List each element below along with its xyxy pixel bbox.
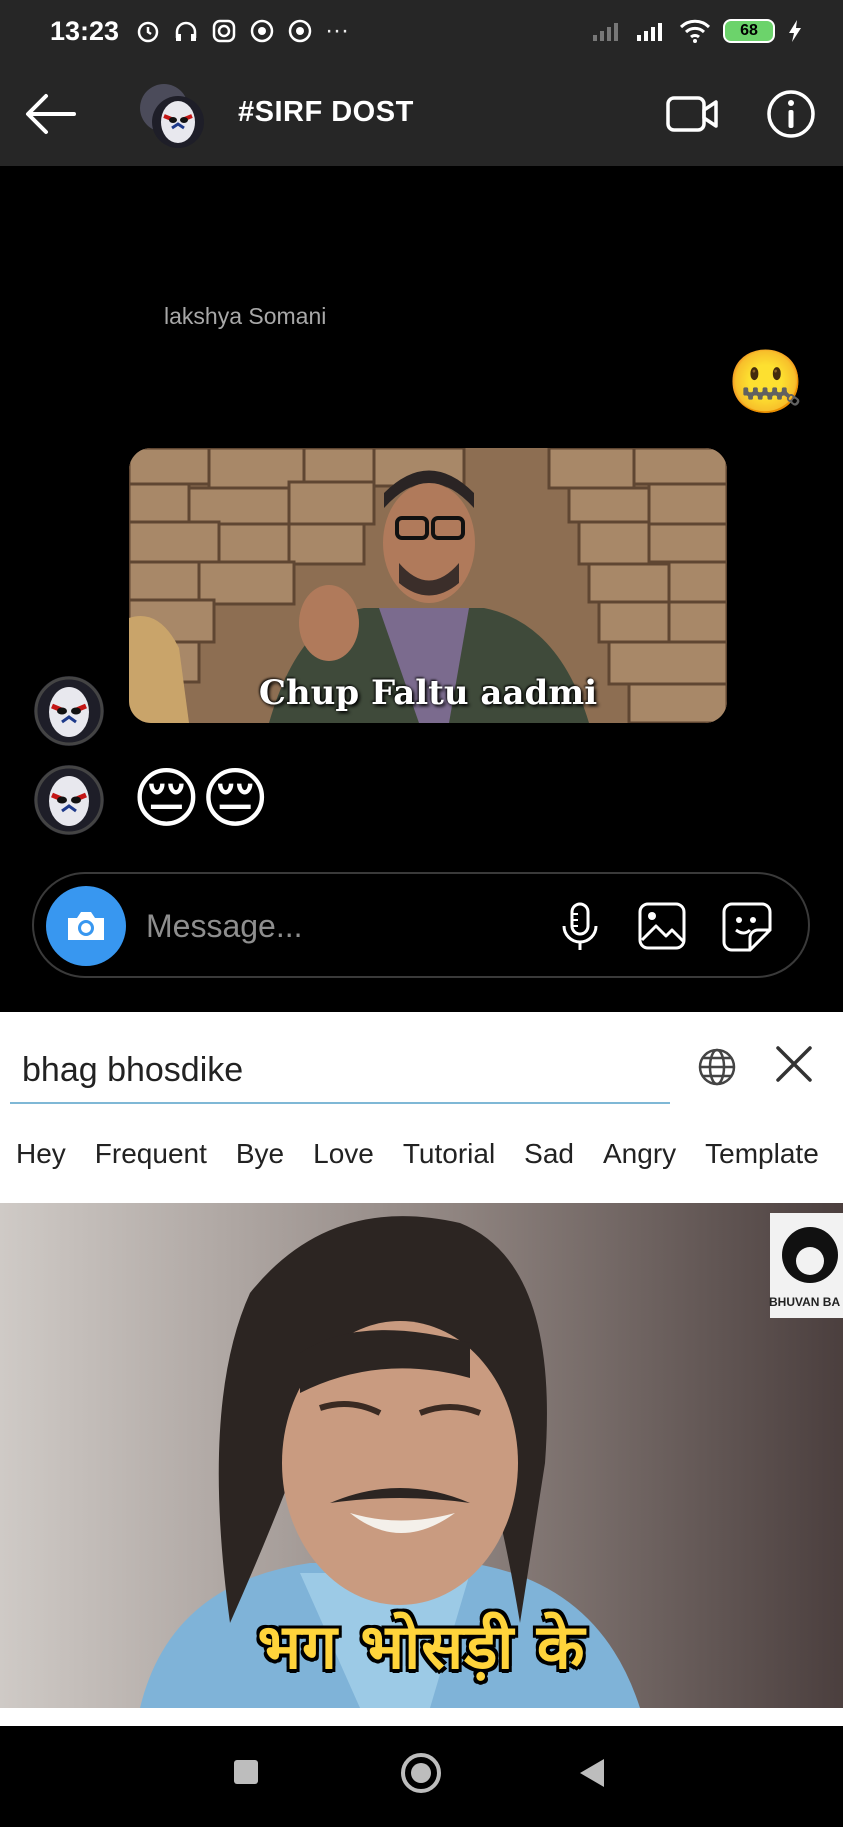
status-time: 13:23 [50, 15, 120, 46]
home-button[interactable] [401, 1753, 441, 1793]
more-notifications-icon: ··· [325, 17, 350, 44]
message-input[interactable] [146, 902, 446, 950]
status-bar: 13:23 ··· 68 [0, 0, 843, 62]
video-call-icon[interactable] [664, 90, 720, 138]
back-arrow-icon[interactable] [22, 90, 78, 138]
watermark-text: BHUVAN BA [769, 1295, 841, 1309]
globe-icon[interactable] [696, 1046, 738, 1088]
alarm-icon [137, 21, 159, 43]
message-composer [32, 872, 810, 978]
gif-search-input[interactable] [22, 1048, 662, 1092]
camera-icon [68, 912, 104, 940]
system-nav-bar [0, 1726, 843, 1827]
signal-icon-2 [637, 23, 662, 41]
gallery-icon[interactable] [636, 900, 688, 952]
group-avatar[interactable] [136, 80, 206, 150]
gif-category-tabs: Hey Frequent Bye Love Tutorial Sad Angry… [0, 1128, 843, 1188]
wifi-icon [679, 19, 711, 43]
chat-header: #SIRF DOST [0, 62, 843, 166]
charging-icon [789, 20, 801, 42]
status-icons: ··· [135, 17, 349, 45]
category-bye[interactable]: Bye [220, 1128, 297, 1188]
gif-result-caption: भग भोसड़ी के [257, 1610, 586, 1683]
microphone-icon[interactable] [554, 900, 606, 954]
sticker-icon[interactable] [720, 900, 774, 954]
gif-search-field [10, 1036, 670, 1104]
category-sad[interactable]: Sad [508, 1128, 587, 1188]
category-hey[interactable]: Hey [0, 1128, 79, 1188]
instagram-icon [212, 19, 236, 43]
category-frequent[interactable]: Frequent [79, 1128, 220, 1188]
category-angry[interactable]: Angry [587, 1128, 689, 1188]
category-tutorial[interactable]: Tutorial [387, 1128, 508, 1188]
gif-message[interactable]: Chup Faltu aadmi [129, 448, 727, 723]
signal-icon-1 [593, 23, 618, 41]
gif-caption: Chup Faltu aadmi [258, 673, 598, 713]
zipper-mouth-emoji[interactable]: 🤐 [727, 352, 804, 414]
info-icon[interactable] [765, 88, 817, 140]
chat-title[interactable]: #SIRF DOST [238, 96, 414, 129]
camera-button[interactable] [46, 886, 126, 966]
close-icon[interactable] [772, 1042, 816, 1086]
back-triangle-button[interactable] [580, 1759, 604, 1787]
sender-avatar[interactable] [34, 676, 104, 746]
gif-search-panel: Hey Frequent Bye Love Tutorial Sad Angry… [0, 1012, 843, 1726]
category-template[interactable]: Template [689, 1128, 832, 1188]
chrome-icon [250, 19, 274, 43]
pensive-emoji-message[interactable]: 😔😔 [132, 765, 270, 831]
chrome-icon-2 [288, 19, 312, 43]
status-right: 68 [591, 18, 803, 44]
watermark-logo: BHUVAN BA [763, 1213, 843, 1323]
recents-button[interactable] [234, 1760, 258, 1784]
battery-icon: 68 [723, 19, 775, 43]
sender-name: lakshya Somani [164, 303, 327, 329]
gif-result[interactable]: BHUVAN BA भग भोसड़ी के [0, 1203, 843, 1708]
sender-avatar-2[interactable] [34, 765, 104, 835]
battery-level: 68 [740, 22, 758, 39]
category-love[interactable]: Love [297, 1128, 387, 1188]
headphones-icon [175, 21, 197, 41]
